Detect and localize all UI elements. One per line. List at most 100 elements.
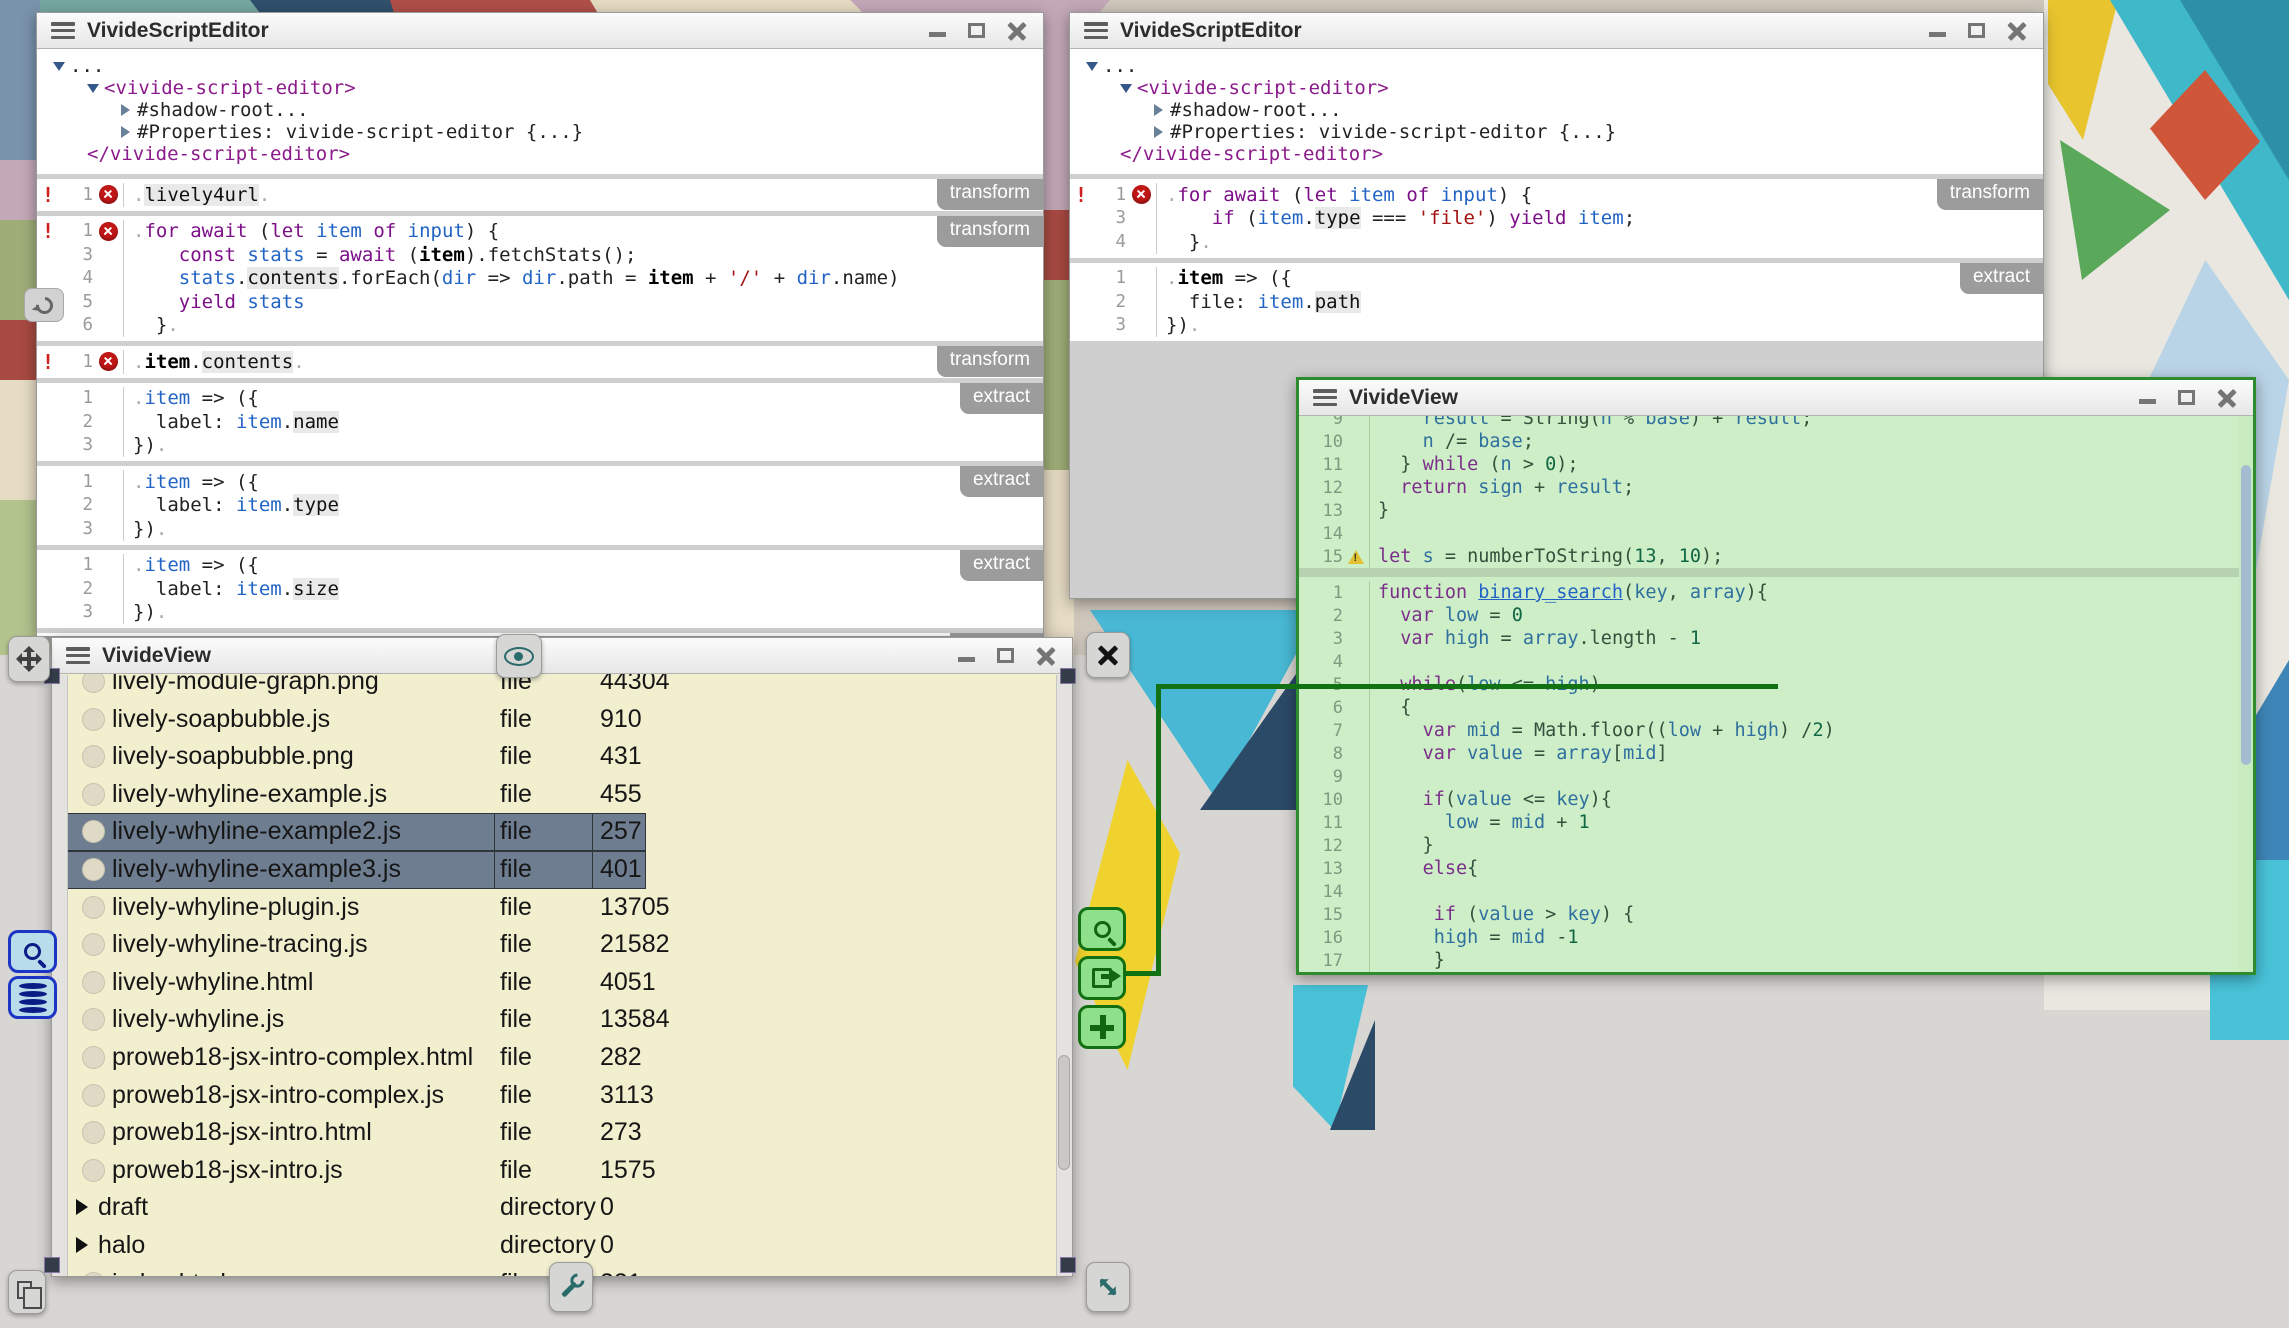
search-button[interactable] — [8, 930, 57, 973]
code-line[interactable]: 16 high = mid -1 — [1299, 926, 2239, 949]
menu-icon[interactable] — [66, 647, 90, 664]
dom-tree-line[interactable]: ... — [1070, 55, 2043, 77]
dom-tree-line[interactable]: #shadow-root... — [37, 99, 1043, 121]
maximize-button[interactable] — [997, 648, 1014, 663]
scrollbar-track-left[interactable] — [52, 675, 68, 1276]
script-step-block[interactable]: 123.item => ({ label: item.type}).extrac… — [37, 466, 1043, 545]
code-line[interactable]: .for await (let item of input) { — [124, 220, 1043, 244]
code-line[interactable]: 2 var low = 0 — [1299, 604, 2239, 627]
resize-corner[interactable] — [1060, 668, 1076, 684]
script-step-block[interactable]: 123.item => ({ file: item.path}).extract — [1070, 263, 2043, 342]
file-row[interactable]: lively-soapbubble.pngfile431 — [52, 738, 1072, 776]
code-line[interactable]: 10 if(value <= key){ — [1299, 788, 2239, 811]
code-line[interactable]: .for await (let item of input) { — [1157, 183, 2043, 207]
code-line[interactable]: 11 } while (n > 0); — [1299, 453, 2239, 476]
file-row[interactable]: proweb18-jsx-intro.jsfile1575 — [52, 1152, 1072, 1190]
warning-icon[interactable] — [1348, 550, 1364, 564]
code-line[interactable]: 9 result = String(n % base) + result; — [1299, 416, 2239, 430]
collapse-arrow-icon[interactable] — [1120, 84, 1132, 93]
directory-row[interactable]: draftdirectory0 — [52, 1189, 1072, 1227]
code-line[interactable]: 1function binary_search(key, array){ — [1299, 581, 2239, 604]
code-line[interactable]: }). — [124, 601, 1043, 625]
collapse-arrow-icon[interactable] — [53, 62, 65, 71]
code-line[interactable]: if (item.type === 'file') yield item; — [1157, 207, 2043, 231]
code-line[interactable]: 6 { — [1299, 696, 2239, 719]
file-row[interactable]: proweb18-jsx-intro-complex.htmlfile282 — [52, 1039, 1072, 1077]
code-line[interactable]: 12 return sign + result; — [1299, 476, 2239, 499]
titlebar[interactable]: VivideView — [1299, 380, 2253, 416]
script-step-block[interactable]: 123.item => ({ label: item.name}).extrac… — [37, 383, 1043, 462]
code-line[interactable]: .item.contents. — [124, 350, 1043, 374]
data-source-button[interactable] — [8, 976, 57, 1019]
script-step-block[interactable]: !134.for await (let item of input) { if … — [1070, 179, 2043, 258]
code-line[interactable]: 9 — [1299, 765, 2239, 788]
code-line[interactable]: }). — [124, 434, 1043, 458]
copy-handle[interactable] — [8, 1270, 46, 1314]
minimize-button[interactable] — [929, 32, 946, 37]
collapse-arrow-icon[interactable] — [1086, 62, 1098, 71]
scrollbar-thumb[interactable] — [1058, 1055, 1070, 1170]
code-line[interactable]: 14 — [1299, 522, 2239, 545]
undo-button[interactable] — [24, 288, 64, 322]
expand-arrow-icon[interactable] — [1154, 104, 1163, 116]
directory-row[interactable]: halodirectory0 — [52, 1227, 1072, 1265]
close-button[interactable] — [2007, 21, 2027, 41]
code-line[interactable]: 4 — [1299, 650, 2239, 673]
script-step-block[interactable]: !13456.for await (let item of input) { c… — [37, 216, 1043, 342]
code-line[interactable]: 13 else{ — [1299, 857, 2239, 880]
file-row[interactable]: proweb18-jsx-intro.htmlfile273 — [52, 1114, 1072, 1152]
close-button[interactable] — [1007, 21, 1027, 41]
script-step-block[interactable]: !1.lively4url.transform — [37, 179, 1043, 211]
resize-handle[interactable] — [1086, 1262, 1130, 1312]
script-step-block[interactable]: 1.item => item.type === 'directory' ? [i… — [37, 633, 1043, 636]
file-row[interactable]: lively-whyline-example2.jsfile257 — [52, 813, 1072, 851]
code-pane[interactable]: 9 result = String(n % base) + result;10 … — [1299, 416, 2239, 568]
eye-toggle-button[interactable] — [496, 634, 542, 678]
code-line[interactable]: 15let s = numberToString(13, 10); — [1299, 545, 2239, 568]
titlebar[interactable]: VivideScriptEditor — [37, 13, 1043, 49]
file-row[interactable]: lively-whyline.jsfile13584 — [52, 1001, 1072, 1039]
scrollbar-thumb[interactable] — [2241, 465, 2251, 765]
code-line[interactable]: 12 } — [1299, 834, 2239, 857]
maximize-button[interactable] — [968, 23, 985, 38]
add-script-button[interactable] — [1078, 1005, 1126, 1049]
expand-arrow-icon[interactable] — [121, 126, 130, 138]
code-line[interactable]: 7 var mid = Math.floor((low + high) /2) — [1299, 719, 2239, 742]
view-search-button[interactable] — [1078, 907, 1126, 951]
code-line[interactable]: 3 var high = array.length - 1 — [1299, 627, 2239, 650]
code-line[interactable]: label: item.name — [124, 410, 1043, 434]
dom-tree-line[interactable]: <vivide-script-editor> — [1070, 77, 2043, 99]
error-icon[interactable] — [99, 185, 118, 204]
maximize-button[interactable] — [1968, 23, 1985, 38]
file-row[interactable]: proweb18-jsx-intro-complex.jsfile3113 — [52, 1077, 1072, 1115]
expand-arrow-icon[interactable] — [1154, 126, 1163, 138]
error-icon[interactable] — [1132, 185, 1151, 204]
file-row[interactable]: lively-whyline-tracing.jsfile21582 — [52, 926, 1072, 964]
file-row[interactable]: lively-whyline.htmlfile4051 — [52, 964, 1072, 1002]
dom-tree-line[interactable]: ... — [37, 55, 1043, 77]
code-line[interactable]: file: item.path — [1157, 290, 2043, 314]
menu-icon[interactable] — [51, 22, 75, 39]
collapse-arrow-icon[interactable] — [87, 84, 99, 93]
close-button[interactable] — [1036, 646, 1056, 666]
export-connection-button[interactable] — [1078, 956, 1126, 1000]
error-icon[interactable] — [99, 222, 118, 241]
dom-tree-line[interactable]: #Properties: vivide-script-editor {...} — [1070, 121, 2043, 143]
file-row[interactable]: lively-whyline-example.jsfile455 — [52, 776, 1072, 814]
tools-handle[interactable] — [549, 1262, 593, 1312]
dom-tree-line[interactable]: #shadow-root... — [1070, 99, 2043, 121]
code-line[interactable]: .item => ({ — [124, 470, 1043, 494]
code-line[interactable]: stats.contents.forEach(dir => dir.path =… — [124, 267, 1043, 291]
code-line[interactable]: .item => ({ — [1157, 267, 2043, 291]
dom-tree-line[interactable]: <vivide-script-editor> — [37, 77, 1043, 99]
maximize-button[interactable] — [2178, 390, 2195, 405]
resize-corner[interactable] — [1060, 1257, 1076, 1273]
code-line[interactable]: }. — [1157, 230, 2043, 254]
scrollbar-track-right[interactable] — [1056, 675, 1072, 1276]
code-line[interactable]: .item => ({ — [124, 387, 1043, 411]
code-line[interactable]: }). — [1157, 314, 2043, 338]
titlebar[interactable]: VivideScriptEditor — [1070, 13, 2043, 49]
code-line[interactable]: .lively4url. — [124, 183, 1043, 207]
code-line[interactable]: 14 — [1299, 880, 2239, 903]
code-line[interactable]: yield stats — [124, 290, 1043, 314]
